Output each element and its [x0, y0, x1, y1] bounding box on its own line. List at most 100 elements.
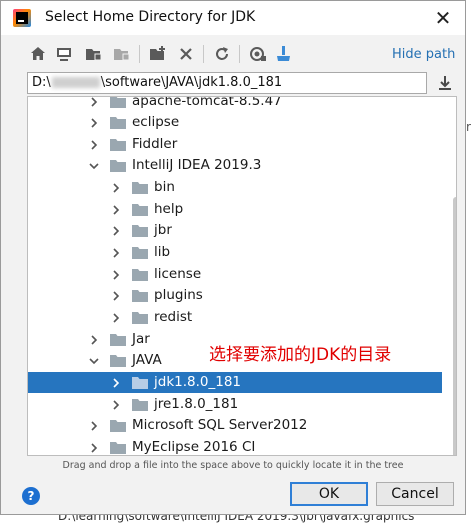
folder-icon	[132, 182, 148, 194]
tree-row[interactable]: MyEclipse 2016 CI	[28, 437, 442, 455]
tree-row[interactable]: bin	[28, 177, 442, 198]
path-input[interactable]: D:\ \software\JAVA\jdk1.8.0_181	[27, 72, 427, 94]
tree-row-label: apache-tomcat-8.5.47	[132, 96, 282, 109]
tree-row-label: lib	[154, 244, 171, 260]
tree-row[interactable]: plugins	[28, 285, 442, 306]
chevron-right-icon[interactable]	[110, 399, 122, 411]
delete-button[interactable]	[175, 43, 197, 65]
chevron-right-icon[interactable]	[110, 247, 122, 259]
new-folder-button[interactable]	[147, 43, 169, 65]
tree-row-label: IntelliJ IDEA 2019.3	[132, 157, 262, 173]
tree-row[interactable]: jre1.8.0_181	[28, 394, 442, 415]
download-button[interactable]	[435, 73, 455, 93]
tree-row[interactable]: apache-tomcat-8.5.47	[28, 96, 442, 112]
show-hidden-button[interactable]	[247, 43, 269, 65]
folder-icon	[132, 377, 148, 389]
tree-row-label: Jar	[132, 331, 150, 347]
close-button[interactable]: ✕	[431, 6, 455, 30]
toolbar-separator	[239, 45, 240, 63]
folder-icon	[110, 97, 126, 108]
tree-row-label: JAVA	[132, 352, 162, 368]
toolbar-separator	[203, 45, 204, 63]
refresh-icon	[216, 47, 228, 60]
desktop-icon	[57, 48, 71, 61]
tree-scrollbar[interactable]	[453, 197, 456, 455]
chevron-right-icon[interactable]	[110, 312, 122, 324]
background-window-bottom: D:\learning\software\IntelliJ IDEA 2019.…	[0, 515, 474, 523]
folder-icon	[132, 269, 148, 281]
background-text-mark: r	[466, 120, 471, 134]
tree-row[interactable]: license	[28, 264, 442, 285]
annotation-text: 选择要添加的JDK的目录	[209, 345, 392, 365]
tree-row-label: jbr	[154, 222, 172, 238]
tree-row[interactable]: help	[28, 199, 442, 220]
refresh-button[interactable]	[211, 43, 233, 65]
show-hidden-icon	[250, 47, 266, 61]
chevron-right-icon[interactable]	[110, 290, 122, 302]
folder-icon	[110, 139, 126, 151]
toolbar: Hide path	[1, 41, 465, 69]
background-path-text: D:\learning\software\IntelliJ IDEA 2019.…	[58, 515, 415, 523]
intellij-logo-icon	[13, 9, 31, 27]
tree-row-label: Microsoft SQL Server2012	[132, 417, 308, 433]
tree-row[interactable]: eclipse	[28, 112, 442, 133]
tree-row-label: MyEclipse 2016 CI	[132, 439, 256, 455]
desktop-button[interactable]	[53, 43, 75, 65]
tree-row[interactable]: IntelliJ IDEA 2019.3	[28, 155, 442, 176]
help-button[interactable]: ?	[22, 487, 40, 505]
chevron-down-icon[interactable]	[88, 160, 100, 172]
chevron-right-icon[interactable]	[110, 269, 122, 281]
folder-icon	[132, 399, 148, 411]
tree-row[interactable]: redist	[28, 307, 442, 328]
clear-cache-button[interactable]	[273, 43, 295, 65]
chevron-right-icon[interactable]	[88, 139, 100, 151]
chevron-right-icon[interactable]	[88, 442, 100, 454]
module-folder-button[interactable]	[111, 43, 133, 65]
clear-cache-icon	[277, 46, 290, 61]
download-icon	[439, 76, 451, 90]
tree-row-label: license	[154, 266, 202, 282]
title-bar: Select Home Directory for JDK ✕	[1, 1, 465, 35]
tree-row-label: redist	[154, 309, 193, 325]
tree-row-label: help	[154, 201, 184, 217]
tree-row[interactable]: lib	[28, 242, 442, 263]
tree-row[interactable]: Fiddler	[28, 134, 442, 155]
folder-icon	[132, 225, 148, 237]
folder-icon	[110, 117, 126, 129]
folder-icon	[110, 420, 126, 432]
new-folder-icon	[150, 46, 165, 60]
folder-icon	[110, 160, 126, 172]
chevron-right-icon[interactable]	[88, 420, 100, 432]
tree-row[interactable]: jbr	[28, 220, 442, 241]
chevron-right-icon[interactable]	[88, 334, 100, 346]
redacted-path-segment	[51, 77, 100, 88]
cancel-button[interactable]: Cancel	[376, 482, 454, 506]
folder-icon	[132, 312, 148, 324]
project-folder-button[interactable]	[83, 43, 105, 65]
directory-tree[interactable]: apache-tomcat-8.5.47 eclipse Fiddler Intell…	[27, 96, 457, 456]
tree-row-label: plugins	[154, 287, 203, 303]
tree-row-label: Fiddler	[132, 136, 178, 152]
hide-path-link[interactable]: Hide path	[392, 47, 455, 62]
folder-icon	[110, 355, 126, 367]
folder-icon	[110, 334, 126, 346]
chevron-right-icon[interactable]	[110, 204, 122, 216]
chevron-right-icon[interactable]	[110, 182, 122, 194]
path-suffix: \software\JAVA\jdk1.8.0_181	[100, 75, 283, 90]
folder-icon	[132, 247, 148, 259]
home-button[interactable]	[27, 43, 49, 65]
chevron-right-icon[interactable]	[88, 96, 100, 108]
drag-drop-hint: Drag and drop a file into the space abov…	[62, 460, 404, 471]
toolbar-separator	[139, 45, 140, 63]
tree-row[interactable]: Microsoft SQL Server2012	[28, 415, 442, 436]
delete-icon	[180, 48, 192, 60]
project-folder-icon	[86, 49, 102, 61]
tree-row-label: eclipse	[132, 114, 180, 130]
chevron-down-icon[interactable]	[88, 355, 100, 367]
chevron-right-icon[interactable]	[88, 117, 100, 129]
dialog-title: Select Home Directory for JDK	[45, 9, 256, 25]
chevron-right-icon[interactable]	[110, 225, 122, 237]
ok-button[interactable]: OK	[290, 482, 368, 506]
chevron-right-icon[interactable]	[110, 377, 122, 389]
tree-row[interactable]: jdk1.8.0_181	[28, 372, 442, 393]
